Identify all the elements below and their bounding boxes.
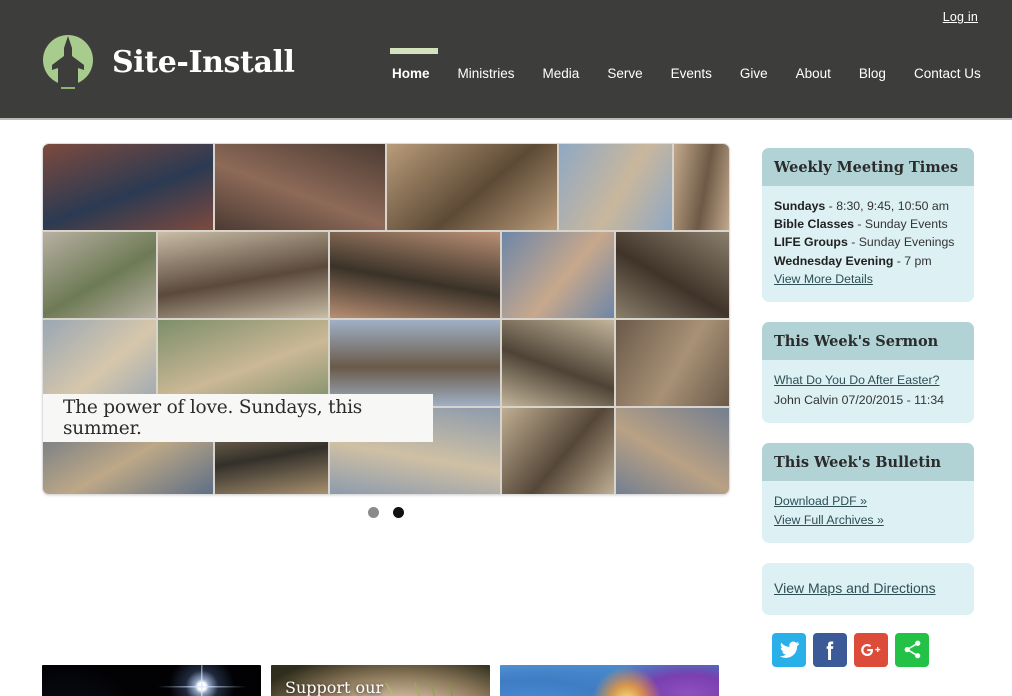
view-more-details-link[interactable]: View More Details [774, 272, 873, 286]
widget-title: This Week's Sermon [762, 321, 974, 360]
main-navigation: Home Ministries Media Serve Events Give … [378, 46, 995, 81]
facebook-icon[interactable] [813, 632, 847, 667]
meeting-label: Sundays [774, 199, 826, 213]
meeting-row: Bible Classes - Sunday Events [774, 215, 962, 233]
brand-name: Site-Install [112, 44, 295, 80]
carousel-dots [42, 507, 730, 518]
carousel-dot-2[interactable] [393, 507, 404, 518]
brand[interactable]: Site-Install [38, 32, 295, 92]
nav-item-contact-us[interactable]: Contact Us [900, 46, 995, 81]
collage-photo [616, 320, 729, 406]
promo-card-winter-sermon-series[interactable]: WINTER SERMON SERIES Miracle at Bethlehe… [42, 665, 261, 696]
view-full-archives-link[interactable]: View Full Archives » [774, 511, 962, 529]
collage-photo [616, 408, 729, 494]
meeting-value: - 7 pm [893, 253, 932, 268]
carousel-dot-1[interactable] [368, 507, 379, 518]
login-link[interactable]: Log in [943, 10, 978, 24]
meeting-label: Bible Classes [774, 217, 854, 232]
site-header: Log in Site-Install Home Ministries Medi… [0, 0, 1012, 120]
view-maps-and-directions-link[interactable]: View Maps and Directions [774, 580, 936, 596]
twitter-icon[interactable] [772, 632, 806, 667]
widget-maps-directions: View Maps and Directions [762, 562, 974, 615]
meeting-label: Wednesday Evening [774, 253, 894, 268]
meeting-value: - Sunday Events [853, 217, 948, 232]
widget-this-weeks-bulletin: This Week's Bulletin Download PDF » View… [762, 443, 974, 543]
collage-photo [501, 408, 615, 494]
meeting-label: LIFE Groups [774, 235, 848, 250]
download-pdf-link[interactable]: Download PDF » [774, 492, 962, 510]
collage-photo [329, 232, 500, 318]
nav-item-ministries[interactable]: Ministries [444, 46, 529, 81]
main-content: The power of love. Sundays, this summer. [42, 143, 730, 518]
collage-photo [673, 144, 729, 230]
widget-title: Weekly Meeting Times [762, 148, 974, 186]
collage-photo [386, 144, 557, 230]
widget-body: Sundays - 8:30, 9:45, 10:50 am Bible Cla… [762, 186, 974, 302]
collage-photo [43, 144, 213, 230]
promo-cards: WINTER SERMON SERIES Miracle at Bethlehe… [42, 665, 719, 696]
hero-caption: The power of love. Sundays, this summer. [43, 394, 433, 442]
nav-item-serve[interactable]: Serve [593, 46, 656, 81]
meeting-row: Wednesday Evening - 7 pm [774, 252, 962, 270]
meeting-value: - 8:30, 9:45, 10:50 am [825, 199, 949, 213]
meeting-row: Sundays - 8:30, 9:45, 10:50 am [774, 197, 962, 215]
nav-item-about[interactable]: About [782, 46, 845, 81]
collage-photo [501, 320, 615, 406]
promo-kicker: Support our [285, 678, 384, 696]
meeting-value: - Sunday Evenings [847, 235, 955, 250]
nav-item-media[interactable]: Media [529, 46, 594, 81]
collage-photo [214, 144, 385, 230]
nav-item-events[interactable]: Events [657, 46, 726, 81]
nav-item-give[interactable]: Give [726, 46, 782, 81]
nav-item-home[interactable]: Home [378, 46, 444, 81]
promo-card-childrens-church[interactable]: Childrens' Church Every Sunday @ 10am [500, 665, 719, 696]
collage-photo [43, 232, 156, 318]
sermon-link[interactable]: What Do You Do After Easter? [774, 371, 962, 389]
meeting-row: LIFE Groups - Sunday Evenings [774, 233, 962, 251]
promo-card-food-pantry[interactable]: Support our food pantry [271, 665, 490, 696]
sidebar: Weekly Meeting Times Sundays - 8:30, 9:4… [762, 148, 974, 667]
hero-slider[interactable]: The power of love. Sundays, this summer. [42, 143, 730, 495]
widget-body: Download PDF » View Full Archives » [762, 481, 974, 542]
collage-photo [501, 232, 615, 318]
nav-item-blog[interactable]: Blog [845, 46, 900, 81]
sermon-meta: John Calvin 07/20/2015 - 11:34 [774, 393, 945, 408]
widget-title: This Week's Bulletin [762, 443, 974, 482]
collage-photo [616, 232, 729, 318]
page-body: The power of love. Sundays, this summer.… [0, 120, 1012, 696]
googleplus-icon[interactable] [854, 632, 888, 667]
collage-photo [558, 144, 672, 230]
promo-text: Support our food pantry [285, 679, 433, 696]
church-logo-icon [43, 35, 93, 89]
widget-this-weeks-sermon: This Week's Sermon What Do You Do After … [762, 321, 974, 424]
widget-body: What Do You Do After Easter? John Calvin… [762, 360, 974, 423]
social-links [762, 632, 974, 667]
collage-photo [157, 232, 328, 318]
widget-weekly-meeting-times: Weekly Meeting Times Sundays - 8:30, 9:4… [762, 148, 974, 302]
share-icon[interactable] [895, 632, 929, 667]
